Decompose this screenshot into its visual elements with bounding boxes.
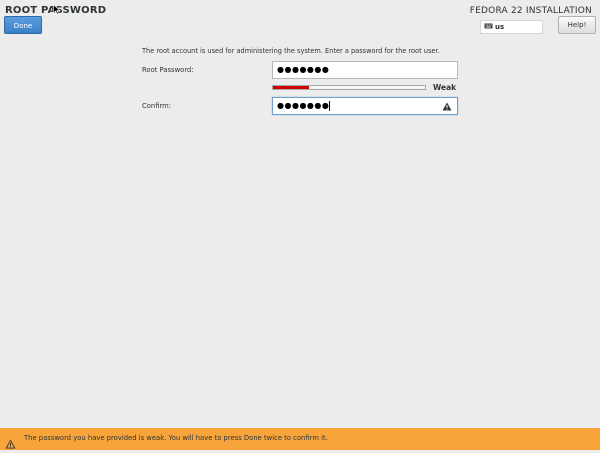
confirm-password-value: ●●●●●●● bbox=[277, 101, 330, 110]
root-password-field[interactable]: ●●●●●●● bbox=[272, 61, 458, 79]
password-strength-fill bbox=[273, 86, 310, 89]
password-strength-label: Weak bbox=[433, 83, 457, 92]
password-strength-bar bbox=[272, 85, 426, 90]
help-button[interactable]: Help! bbox=[558, 16, 596, 34]
text-caret bbox=[329, 100, 331, 111]
confirm-label: Confirm: bbox=[142, 102, 172, 110]
done-button[interactable]: Done bbox=[4, 16, 42, 34]
mouse-cursor-icon bbox=[53, 0, 61, 19]
warning-message: The password you have provided is weak. … bbox=[24, 434, 328, 442]
confirm-password-field[interactable]: ●●●●●●● bbox=[272, 97, 458, 115]
keyboard-layout-indicator[interactable]: us bbox=[480, 20, 543, 34]
keyboard-layout-label: us bbox=[495, 23, 505, 31]
warning-bar: The password you have provided is weak. … bbox=[0, 428, 600, 450]
warning-icon bbox=[442, 101, 452, 117]
root-password-label: Root Password: bbox=[142, 66, 194, 74]
warning-icon bbox=[5, 434, 16, 453]
product-name: FEDORA 22 INSTALLATION bbox=[469, 6, 592, 16]
keyboard-icon bbox=[484, 21, 493, 34]
root-description: The root account is used for administeri… bbox=[142, 47, 440, 55]
root-password-value: ●●●●●●● bbox=[277, 65, 330, 74]
